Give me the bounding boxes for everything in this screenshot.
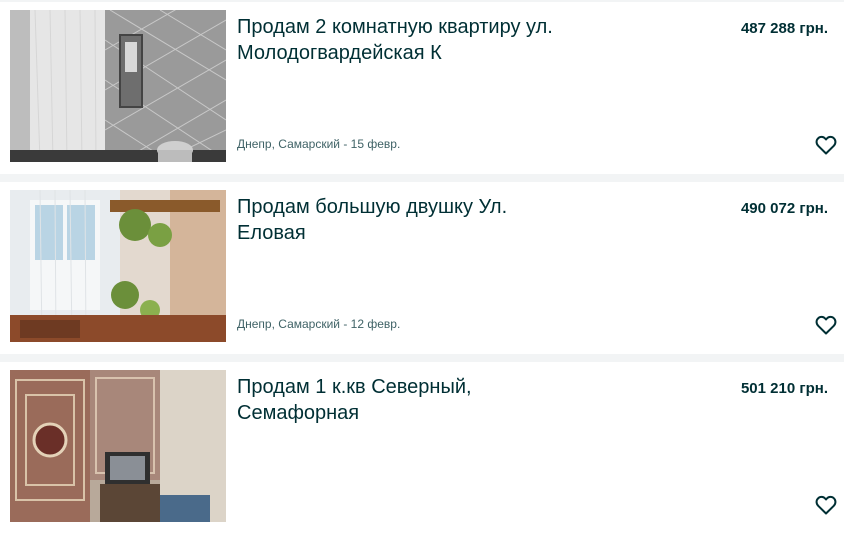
listing-photo[interactable] (10, 190, 226, 342)
kitchen-photo (10, 10, 226, 162)
living-room-photo (10, 370, 226, 522)
heart-icon[interactable] (814, 493, 838, 517)
listing-card[interactable]: Продам 1 к.кв Северный, Семафорная 501 2… (0, 362, 844, 534)
heart-icon[interactable] (814, 313, 838, 337)
listing-price: 487 288 грн. (740, 20, 828, 37)
listing-card[interactable]: Продам большую двушку Ул. Еловая 490 072… (0, 182, 844, 354)
listing-card[interactable]: Продам 2 комнатную квартиру ул. Молодогв… (0, 2, 844, 174)
listing-photo[interactable] (10, 370, 226, 522)
listing-location-date: Днепр, Самарский - 12 февр. (237, 317, 401, 331)
listing-title[interactable]: Продам большую двушку Ул. Еловая (237, 194, 557, 246)
heart-icon[interactable] (814, 133, 838, 157)
listing-photo[interactable] (10, 10, 226, 162)
listing-price: 490 072 грн. (740, 200, 828, 217)
listing-price: 501 210 грн. (740, 380, 828, 397)
room-photo (10, 190, 226, 342)
listing-title[interactable]: Продам 1 к.кв Северный, Семафорная (237, 374, 557, 426)
listing-title[interactable]: Продам 2 комнатную квартиру ул. Молодогв… (237, 14, 557, 66)
listing-location-date: Днепр, Самарский - 15 февр. (237, 137, 401, 151)
